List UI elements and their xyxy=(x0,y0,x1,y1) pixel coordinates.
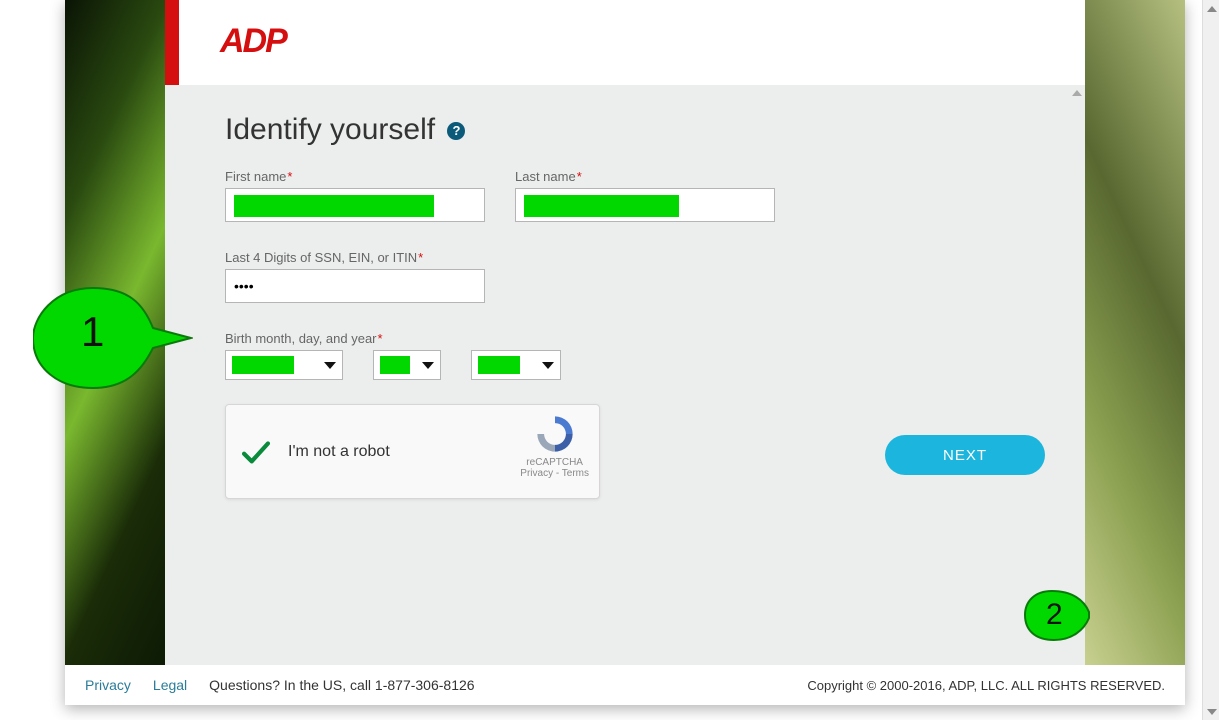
last-name-label: Last name* xyxy=(515,169,775,184)
required-star: * xyxy=(287,169,292,184)
birth-year-value-redacted xyxy=(478,356,520,374)
ssn-label-text: Last 4 Digits of SSN, EIN, or ITIN xyxy=(225,250,417,265)
birth-month-value-redacted xyxy=(232,356,294,374)
form-content: Identify yourself ? First name* Last nam… xyxy=(165,85,1085,499)
recaptcha-brand: reCAPTCHA xyxy=(520,457,589,468)
scroll-down-arrow[interactable] xyxy=(1203,703,1219,720)
birth-label-text: Birth month, day, and year xyxy=(225,331,377,346)
ssn-label: Last 4 Digits of SSN, EIN, or ITIN* xyxy=(225,250,485,265)
footer-copyright: Copyright © 2000-2016, ADP, LLC. ALL RIG… xyxy=(807,678,1165,693)
chevron-down-icon xyxy=(542,362,554,369)
last-name-field[interactable] xyxy=(515,188,775,222)
birth-group: Birth month, day, and year* xyxy=(225,331,1025,380)
first-name-field[interactable] xyxy=(225,188,485,222)
header-accent-bar xyxy=(165,0,179,85)
annotation-number-1: 1 xyxy=(81,308,104,356)
chevron-down-icon xyxy=(422,362,434,369)
ssn-field[interactable] xyxy=(225,269,485,303)
recaptcha-checkmark-icon xyxy=(238,434,274,470)
footer-bar: Privacy Legal Questions? In the US, call… xyxy=(65,665,1185,705)
birth-label: Birth month, day, and year* xyxy=(225,331,1025,346)
first-name-label-text: First name xyxy=(225,169,286,184)
birth-month-select[interactable] xyxy=(225,350,343,380)
birth-year-select[interactable] xyxy=(471,350,561,380)
required-star: * xyxy=(378,331,383,346)
annotation-number-2: 2 xyxy=(1046,598,1063,632)
recaptcha-links[interactable]: Privacy - Terms xyxy=(520,468,589,479)
adp-logo: ADP xyxy=(220,22,286,61)
footer-legal-link[interactable]: Legal xyxy=(153,677,187,693)
browser-scrollbar[interactable] xyxy=(1202,0,1219,720)
required-star: * xyxy=(418,250,423,265)
scroll-up-arrow[interactable] xyxy=(1203,0,1219,17)
ssn-group: Last 4 Digits of SSN, EIN, or ITIN* xyxy=(225,250,485,303)
main-panel: ADP Identify yourself ? First name* Last… xyxy=(165,0,1085,665)
last-name-group: Last name* xyxy=(515,169,775,222)
last-name-label-text: Last name xyxy=(515,169,576,184)
next-button[interactable]: NEXT xyxy=(885,435,1045,475)
inner-scroll-up[interactable] xyxy=(1071,87,1083,99)
header-bar: ADP xyxy=(165,0,1085,85)
background-right xyxy=(1085,0,1185,665)
annotation-callout-1: 1 xyxy=(33,278,193,398)
chevron-down-icon xyxy=(324,362,336,369)
first-name-label: First name* xyxy=(225,169,485,184)
birth-day-select[interactable] xyxy=(373,350,441,380)
recaptcha-label: I'm not a robot xyxy=(288,443,390,461)
footer-privacy-link[interactable]: Privacy xyxy=(85,677,131,693)
footer-questions: Questions? In the US, call 1-877-306-812… xyxy=(209,677,474,693)
annotation-callout-2: 2 xyxy=(1022,588,1092,643)
help-icon[interactable]: ? xyxy=(447,122,465,140)
birth-day-value-redacted xyxy=(380,356,410,374)
first-name-group: First name* xyxy=(225,169,485,222)
required-star: * xyxy=(577,169,582,184)
page-title-text: Identify yourself xyxy=(225,113,435,146)
recaptcha-widget[interactable]: I'm not a robot reCAPTCHA Privacy - Term… xyxy=(225,404,600,499)
app-window: ADP Identify yourself ? First name* Last… xyxy=(65,0,1185,705)
recaptcha-badge: reCAPTCHA Privacy - Terms xyxy=(520,413,589,479)
page-title: Identify yourself ? xyxy=(225,113,1025,147)
